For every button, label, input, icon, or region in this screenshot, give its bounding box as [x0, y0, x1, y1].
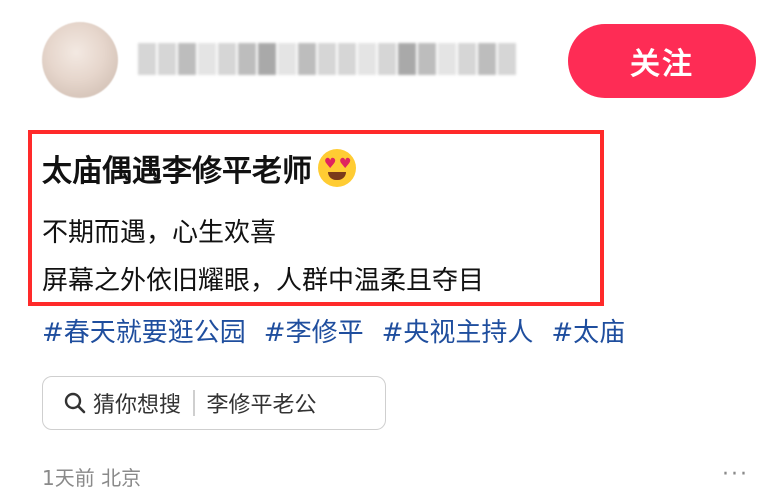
search-suggestion-query: 李修平老公 [206, 393, 317, 418]
post-body-line-2: 屏幕之外依旧耀眼，人群中温柔且夺目 [42, 266, 485, 296]
username-blurred[interactable] [138, 40, 518, 78]
hashtag-list: #春天就要逛公园 #李修平 #央视主持人 #太庙 [42, 312, 625, 349]
post-location: 北京 [101, 466, 142, 490]
follow-button[interactable]: 关注 [568, 24, 756, 98]
post-title-text: 太庙偶遇李修平老师 [42, 154, 312, 189]
post-time: 1天前 [42, 466, 95, 490]
post-title: 太庙偶遇李修平老师 ♥ ♥ [42, 146, 356, 190]
hashtag-link[interactable]: #春天就要逛公园 [42, 312, 246, 349]
post-body-line-1: 不期而遇，心生欢喜 [42, 218, 277, 248]
search-suggestion-chip[interactable]: 猜你想搜 李修平老公 [42, 376, 386, 430]
more-options-icon[interactable]: ··· [722, 462, 749, 487]
hashtag-link[interactable]: #李修平 [264, 312, 364, 349]
search-suggestion-prefix: 猜你想搜 [93, 393, 182, 418]
search-icon [61, 389, 89, 417]
avatar[interactable] [42, 22, 118, 98]
post-meta: 1天前 北京 [42, 462, 141, 491]
chip-divider [193, 390, 195, 416]
hashtag-link[interactable]: #太庙 [551, 312, 625, 349]
heart-eyes-emoji-icon: ♥ ♥ [318, 149, 356, 187]
hashtag-link[interactable]: #央视主持人 [382, 312, 534, 349]
